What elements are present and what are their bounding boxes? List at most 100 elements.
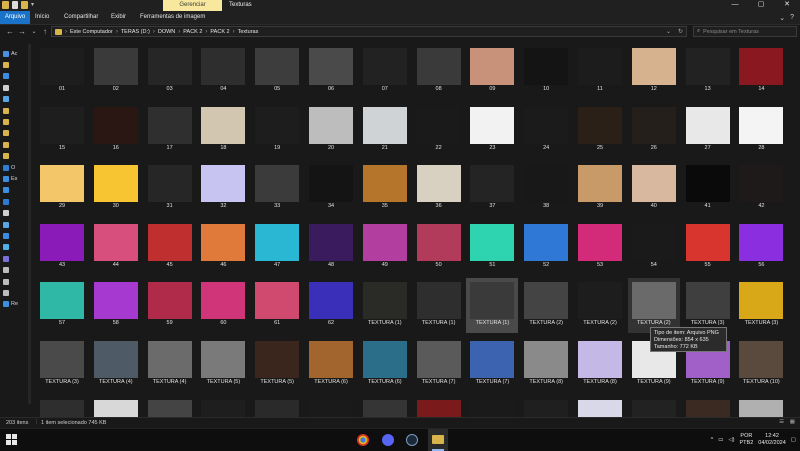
breadcrumb-pack2[interactable]: PACK 2 bbox=[183, 29, 202, 35]
file-item[interactable]: 20 bbox=[305, 103, 357, 158]
sidebar-item[interactable] bbox=[3, 231, 31, 240]
contextual-tab-manage[interactable]: Gerenciar bbox=[163, 0, 222, 11]
file-item[interactable]: 05 bbox=[251, 44, 303, 99]
file-item[interactable]: TEXTURA (1) bbox=[359, 278, 411, 333]
file-item[interactable] bbox=[36, 396, 88, 417]
file-item[interactable]: 18 bbox=[197, 103, 249, 158]
file-item[interactable]: 09 bbox=[466, 44, 518, 99]
file-item[interactable]: 33 bbox=[251, 161, 303, 216]
file-item[interactable]: 52 bbox=[520, 220, 572, 275]
language-indicator[interactable]: POR PTB2 bbox=[740, 433, 754, 447]
file-item[interactable]: TEXTURA (6) bbox=[305, 337, 357, 392]
file-explorer-taskbar-button[interactable] bbox=[428, 429, 448, 451]
file-item[interactable]: TEXTURA (3) bbox=[36, 337, 88, 392]
chevron-down-icon[interactable]: ⌄ bbox=[779, 14, 785, 22]
help-icon[interactable]: ? bbox=[790, 14, 794, 21]
file-item[interactable]: 49 bbox=[359, 220, 411, 275]
file-item[interactable] bbox=[90, 396, 142, 417]
file-item[interactable]: 59 bbox=[144, 278, 196, 333]
file-item[interactable]: 27 bbox=[682, 103, 734, 158]
file-item[interactable]: 58 bbox=[90, 278, 142, 333]
file-item[interactable]: 56 bbox=[735, 220, 787, 275]
file-item[interactable]: TEXTURA (4) bbox=[90, 337, 142, 392]
file-item[interactable]: 06 bbox=[305, 44, 357, 99]
file-item[interactable]: 61 bbox=[251, 278, 303, 333]
document-icon[interactable] bbox=[12, 1, 18, 9]
file-item[interactable]: 45 bbox=[144, 220, 196, 275]
file-item[interactable]: TEXTURA (10) bbox=[735, 337, 787, 392]
file-item[interactable] bbox=[735, 396, 787, 417]
sidebar-item[interactable] bbox=[3, 254, 31, 263]
file-item[interactable]: 14 bbox=[735, 44, 787, 99]
forward-arrow-icon[interactable]: → bbox=[17, 27, 27, 37]
file-item[interactable]: 23 bbox=[466, 103, 518, 158]
file-item[interactable]: 62 bbox=[305, 278, 357, 333]
file-item[interactable]: 39 bbox=[574, 161, 626, 216]
file-item[interactable]: 30 bbox=[90, 161, 142, 216]
file-item[interactable]: 17 bbox=[144, 103, 196, 158]
discord-icon[interactable] bbox=[382, 434, 394, 446]
sidebar-item[interactable] bbox=[3, 266, 31, 275]
sidebar-item[interactable] bbox=[3, 277, 31, 286]
file-item[interactable]: 34 bbox=[305, 161, 357, 216]
chevron-down-icon[interactable]: ▾ bbox=[31, 1, 34, 9]
file-item[interactable]: 43 bbox=[36, 220, 88, 275]
maximize-button[interactable]: ▢ bbox=[748, 0, 774, 11]
sidebar-item[interactable] bbox=[3, 95, 31, 104]
file-item[interactable]: 24 bbox=[520, 103, 572, 158]
sidebar-item[interactable] bbox=[3, 243, 31, 252]
file-item[interactable]: 54 bbox=[628, 220, 680, 275]
close-button[interactable]: ✕ bbox=[774, 0, 800, 11]
file-item[interactable]: 04 bbox=[197, 44, 249, 99]
file-item[interactable]: 02 bbox=[90, 44, 142, 99]
file-item[interactable]: 41 bbox=[682, 161, 734, 216]
sidebar-item[interactable] bbox=[3, 106, 31, 115]
sidebar-item[interactable] bbox=[3, 129, 31, 138]
file-item[interactable]: TEXTURA (3) bbox=[682, 278, 734, 333]
file-item[interactable] bbox=[144, 396, 196, 417]
file-item[interactable]: TEXTURA (2) bbox=[574, 278, 626, 333]
breadcrumb-texturas[interactable]: Texturas bbox=[238, 29, 259, 35]
sidebar-item[interactable] bbox=[3, 220, 31, 229]
file-item[interactable]: 01 bbox=[36, 44, 88, 99]
file-item[interactable]: TEXTURA (7) bbox=[413, 337, 465, 392]
chevron-up-icon[interactable]: ^ bbox=[711, 437, 714, 443]
sidebar-item[interactable] bbox=[3, 197, 31, 206]
file-item[interactable]: TEXTURA (1) bbox=[413, 278, 465, 333]
address-bar[interactable]: › Este Computador › TERAS (D:) › DOWN › … bbox=[51, 26, 687, 37]
file-item[interactable]: 11 bbox=[574, 44, 626, 99]
file-item[interactable]: 12 bbox=[628, 44, 680, 99]
file-item[interactable]: TEXTURA (2) bbox=[627, 278, 680, 334]
sidebar-item[interactable] bbox=[3, 83, 31, 92]
file-item[interactable]: 22 bbox=[413, 103, 465, 158]
file-item[interactable] bbox=[305, 396, 357, 417]
chevron-down-icon[interactable]: ⌄ bbox=[666, 28, 671, 35]
file-item[interactable]: TEXTURA (8) bbox=[520, 337, 572, 392]
sidebar-item[interactable]: Re bbox=[3, 300, 31, 309]
file-item[interactable]: 07 bbox=[359, 44, 411, 99]
file-item[interactable]: 21 bbox=[359, 103, 411, 158]
file-item[interactable]: 31 bbox=[144, 161, 196, 216]
windows-start-icon[interactable] bbox=[6, 434, 17, 445]
file-item[interactable]: 19 bbox=[251, 103, 303, 158]
clock[interactable]: 12:42 04/02/2024 bbox=[758, 433, 786, 447]
sidebar-item[interactable] bbox=[3, 152, 31, 161]
file-item[interactable] bbox=[466, 396, 518, 417]
chrome-icon[interactable] bbox=[357, 434, 369, 446]
file-item[interactable]: 08 bbox=[413, 44, 465, 99]
sidebar-item[interactable]: Es bbox=[3, 174, 31, 183]
file-item[interactable] bbox=[197, 396, 249, 417]
file-item[interactable]: 13 bbox=[682, 44, 734, 99]
file-item[interactable]: 42 bbox=[735, 161, 787, 216]
file-item[interactable]: TEXTURA (5) bbox=[251, 337, 303, 392]
file-item[interactable] bbox=[682, 396, 734, 417]
file-item[interactable]: 36 bbox=[413, 161, 465, 216]
file-item[interactable]: 55 bbox=[682, 220, 734, 275]
file-item[interactable]: TEXTURA (4) bbox=[144, 337, 196, 392]
large-icons-view-icon[interactable]: ▦ bbox=[790, 419, 795, 425]
tab-ferramentas-de-imagem[interactable]: Ferramentas de imagem bbox=[140, 11, 205, 24]
breadcrumb-down[interactable]: DOWN bbox=[158, 29, 175, 35]
file-item[interactable]: 25 bbox=[574, 103, 626, 158]
file-item[interactable]: 28 bbox=[735, 103, 787, 158]
file-item[interactable]: 57 bbox=[36, 278, 88, 333]
